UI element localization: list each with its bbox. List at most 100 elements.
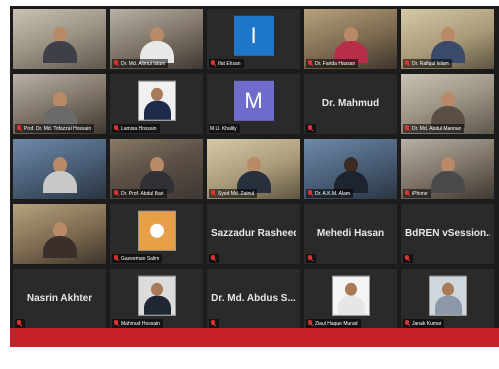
participant-tile[interactable]: Dr. Farida Hassan xyxy=(303,8,398,70)
participant-name-tag xyxy=(15,319,25,328)
participant-name-tag xyxy=(306,124,316,133)
participant-grid: Dr. Md. Alimul Islam I Ifat Ehsan Dr. Fa… xyxy=(12,8,497,332)
microphone-muted-icon xyxy=(307,320,313,327)
microphone-muted-icon xyxy=(404,60,410,67)
participant-name-tag xyxy=(209,254,219,263)
participant-display-name: Sazzadur Rasheed xyxy=(211,228,296,239)
participant-video xyxy=(430,92,465,128)
participant-name-tag: Gazeeman Salim xyxy=(112,254,163,263)
microphone-muted-icon xyxy=(404,255,410,262)
participant-name: iPhone xyxy=(412,190,428,197)
participant-tile[interactable]: Sazzadur Rasheed xyxy=(206,203,301,265)
participant-tile[interactable]: Mehedi Hasan xyxy=(303,203,398,265)
participant-name-tag: Mahmud Hossain xyxy=(112,319,163,328)
participant-name: Dr. Prof. Abdul Bari xyxy=(121,190,164,197)
microphone-muted-icon xyxy=(404,190,410,197)
participant-name-tag: Dr. Rafiqul Islam xyxy=(403,59,452,68)
participant-tile[interactable]: BdREN vSession... xyxy=(400,203,495,265)
participant-name-tag xyxy=(209,319,219,328)
participant-name-tag xyxy=(403,254,413,263)
participant-name-tag: Prof. Dr. Md. Tofazzal Hossain xyxy=(15,124,95,133)
participant-tile[interactable]: Ziaul Haque Murad xyxy=(303,268,398,330)
participant-name: Mahmud Hossain xyxy=(121,320,160,327)
participant-tile[interactable]: Nasrin Akhter xyxy=(12,268,107,330)
participant-name: M.U. Khalily xyxy=(210,125,237,132)
participant-display-name: Dr. Mahmud xyxy=(321,98,380,109)
microphone-muted-icon xyxy=(307,190,313,197)
participant-display-name: BdREN vSession... xyxy=(405,228,490,239)
participant-name: Dr. A.K.M. Alam xyxy=(315,190,351,197)
participant-tile[interactable]: Prof. Dr. Md. Tofazzal Hossain xyxy=(12,73,107,135)
microphone-muted-icon xyxy=(113,255,119,262)
participant-tile[interactable]: Dr. Md. Abdul Mannan xyxy=(400,73,495,135)
microphone-muted-icon xyxy=(307,125,313,132)
participant-video xyxy=(430,157,465,193)
participant-name: Dr. Farida Hassan xyxy=(315,60,356,67)
participant-video xyxy=(42,222,77,258)
participant-tile[interactable] xyxy=(12,138,107,200)
participant-tile[interactable]: Dr. Md. Abdus S... xyxy=(206,268,301,330)
participant-video xyxy=(333,157,368,193)
participant-video xyxy=(236,157,271,193)
participant-tile[interactable]: Gazeeman Salim xyxy=(109,203,204,265)
microphone-muted-icon xyxy=(16,320,22,327)
participant-name-tag: Ifat Ehsan xyxy=(209,59,244,68)
microphone-muted-icon xyxy=(113,320,119,327)
participant-tile[interactable]: Janak Kumar xyxy=(400,268,495,330)
footer-red-bar xyxy=(10,328,499,347)
participant-tile[interactable] xyxy=(12,203,107,265)
microphone-muted-icon xyxy=(210,190,216,197)
participant-video xyxy=(42,27,77,63)
microphone-muted-icon xyxy=(16,125,22,132)
participant-display-name: Mehedi Hasan xyxy=(316,228,385,239)
video-conference-window: Dr. Md. Alimul Islam I Ifat Ehsan Dr. Fa… xyxy=(10,6,499,347)
participant-tile[interactable] xyxy=(12,8,107,70)
participant-video xyxy=(333,27,368,63)
participant-avatar: M xyxy=(233,80,274,121)
participant-name: Prof. Dr. Md. Tofazzal Hossain xyxy=(24,125,92,132)
microphone-muted-icon xyxy=(210,255,216,262)
participant-tile[interactable]: Lamisa Hossain xyxy=(109,73,204,135)
participant-tile[interactable]: I Ifat Ehsan xyxy=(206,8,301,70)
participant-name-tag: Ziaul Haque Murad xyxy=(306,319,361,328)
participant-video xyxy=(139,27,174,63)
participant-name-tag xyxy=(306,254,316,263)
participant-tile[interactable]: Dr. Mahmud xyxy=(303,73,398,135)
participant-name-tag: Janak Kumar xyxy=(403,319,445,328)
participant-name-tag: Lamisa Hossain xyxy=(112,124,160,133)
participant-name-tag: M.U. Khalily xyxy=(209,124,240,133)
microphone-muted-icon xyxy=(307,255,313,262)
participant-name: Dr. Rafiqul Islam xyxy=(412,60,449,67)
participant-profile-photo xyxy=(137,80,176,121)
participant-tile[interactable]: Dr. Md. Alimul Islam xyxy=(109,8,204,70)
microphone-muted-icon xyxy=(210,320,216,327)
participant-name: Janak Kumar xyxy=(412,320,442,327)
microphone-muted-icon xyxy=(307,60,313,67)
participant-tile[interactable]: M M.U. Khalily xyxy=(206,73,301,135)
participant-profile-photo xyxy=(137,210,176,251)
participant-name: Dr. Md. Alimul Islam xyxy=(121,60,166,67)
participant-tile[interactable]: Dr. Rafiqul Islam xyxy=(400,8,495,70)
participant-name: Gazeeman Salim xyxy=(121,255,160,262)
participant-profile-photo xyxy=(331,275,370,316)
participant-name-tag: Dr. Farida Hassan xyxy=(306,59,359,68)
participant-name: Ziaul Haque Murad xyxy=(315,320,358,327)
microphone-muted-icon xyxy=(404,125,410,132)
participant-name-tag: Dr. A.K.M. Alam xyxy=(306,189,354,198)
microphone-muted-icon xyxy=(113,190,119,197)
participant-name-tag: Dr. Md. Abdul Mannan xyxy=(403,124,465,133)
participant-name: Syed Md. Zainul xyxy=(218,190,255,197)
participant-tile[interactable]: Syed Md. Zainul xyxy=(206,138,301,200)
participant-tile[interactable]: Dr. Prof. Abdul Bari xyxy=(109,138,204,200)
participant-video xyxy=(430,27,465,63)
participant-avatar: I xyxy=(233,15,274,56)
participant-name: Lamisa Hossain xyxy=(121,125,157,132)
participant-tile[interactable]: Mahmud Hossain xyxy=(109,268,204,330)
microphone-muted-icon xyxy=(113,125,119,132)
participant-tile[interactable]: iPhone xyxy=(400,138,495,200)
participant-profile-photo xyxy=(137,275,176,316)
participant-name: Ifat Ehsan xyxy=(218,60,241,67)
participant-name: Dr. Md. Abdul Mannan xyxy=(412,125,462,132)
participant-tile[interactable]: Dr. A.K.M. Alam xyxy=(303,138,398,200)
participant-name-tag: Dr. Prof. Abdul Bari xyxy=(112,189,167,198)
